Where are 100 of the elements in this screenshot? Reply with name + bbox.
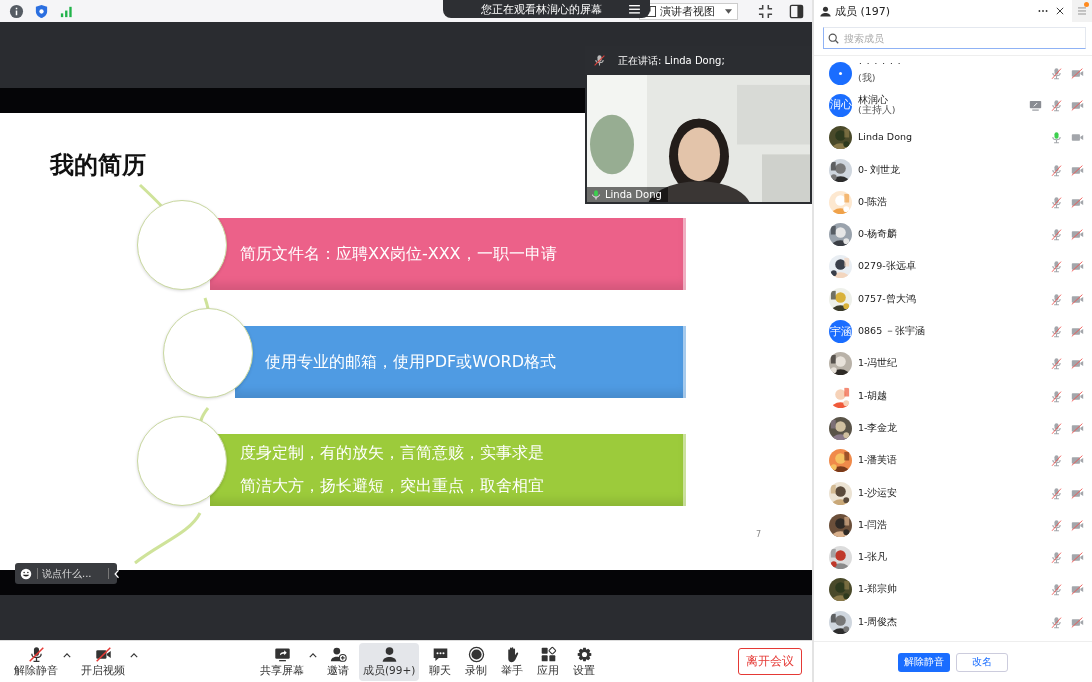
member-name: 林润心 [858, 94, 889, 105]
shield-icon[interactable] [34, 3, 49, 19]
invite-icon [329, 645, 347, 663]
member-name: 1-闫浩 [858, 519, 888, 531]
member-name: 0-陈浩 [858, 196, 888, 208]
avatar: 润心 [829, 93, 852, 117]
caret-icon[interactable] [309, 653, 317, 658]
mic-icon[interactable] [1050, 163, 1063, 177]
bar-text: 简洁大方，扬长避短，突出重点，取舍相宜 [240, 476, 545, 497]
mic-icon[interactable] [1050, 195, 1063, 209]
avatar: 宇涵 [829, 320, 852, 343]
member-name: 1-郑宗帅 [858, 584, 898, 596]
member-name: Linda Dong [858, 132, 912, 144]
camera-icon[interactable] [1071, 421, 1084, 435]
close-icon[interactable] [1056, 7, 1064, 15]
camera-icon[interactable] [1071, 195, 1084, 209]
member-name: 1-冯世纪 [858, 358, 898, 370]
leave-meeting-button[interactable]: 离开会议 [738, 648, 802, 675]
camera-icon[interactable] [1071, 325, 1084, 338]
bar-text: 度身定制，有的放矢，言简意赅，实事求是 [240, 443, 545, 464]
view-menu[interactable]: 演讲者视图 [639, 2, 738, 20]
emoji-icon[interactable] [20, 567, 32, 580]
camera-icon[interactable] [1071, 551, 1084, 565]
search-field[interactable]: 搜索成员 [823, 27, 1086, 49]
mic-icon[interactable] [1050, 583, 1063, 597]
camera-icon[interactable] [1071, 583, 1084, 597]
member-name: 0757-曾大鸿 [858, 293, 916, 305]
mic-icon[interactable] [1050, 486, 1063, 500]
member-name: 0279-张远卓 [858, 261, 916, 273]
sidebar-icon[interactable] [789, 3, 804, 19]
camera-button[interactable]: 开启视频 [77, 642, 129, 681]
settings-icon [575, 645, 593, 663]
exit-fullscreen-icon[interactable] [758, 3, 773, 19]
camera-icon[interactable] [1071, 486, 1084, 500]
camera-icon[interactable] [1071, 292, 1084, 306]
mic-icon[interactable] [1050, 518, 1063, 532]
mic-icon[interactable] [1050, 260, 1063, 274]
member-name: 0- 刘世龙 [858, 164, 901, 176]
record-button[interactable]: 录制 [461, 642, 492, 681]
camera-icon[interactable] [1071, 163, 1084, 177]
mic-icon[interactable] [1050, 66, 1063, 80]
camera-icon[interactable] [1071, 357, 1084, 371]
side-tab[interactable] [1072, 0, 1092, 22]
menu-icon[interactable] [629, 4, 640, 14]
menu-icon [1078, 7, 1086, 15]
page-number: 7 [756, 530, 762, 539]
camera-icon[interactable] [1071, 66, 1084, 80]
bar-text: 使用专业的邮箱，使用PDF或WORD格式 [265, 351, 558, 373]
caret-icon[interactable] [63, 653, 71, 658]
member-name: 1-李金龙 [858, 422, 898, 434]
more-icon[interactable] [1038, 9, 1048, 13]
member-name: 0-杨奇麟 [858, 229, 898, 241]
chat-input[interactable]: 说点什么... [15, 563, 117, 584]
chat-button[interactable]: 聊天 [425, 642, 456, 681]
camera-icon[interactable] [1071, 615, 1084, 629]
mic-icon[interactable] [1050, 389, 1063, 403]
banner-text: 您正在观看林润心的屏幕 [479, 1, 603, 17]
panel-title: 成员 (197) [835, 3, 891, 19]
unmute-all-button[interactable]: 解除静音 [898, 652, 950, 672]
members-button[interactable]: 成员(99+) [359, 642, 420, 681]
mic-icon[interactable] [1050, 98, 1063, 112]
invite-button[interactable]: 邀请 [323, 642, 353, 681]
member-role: (我) [858, 73, 877, 85]
bar-text: 简历文件名：应聘XX岗位-XXX，一职一申请 [240, 243, 558, 265]
mic-button[interactable]: 解除静音 [10, 642, 62, 681]
camera-icon[interactable] [1071, 389, 1084, 403]
mic-icon[interactable] [1050, 228, 1063, 242]
member-name: 0865 －张宇涵 [858, 326, 926, 337]
camera-icon[interactable] [1071, 454, 1084, 468]
search-icon [828, 33, 839, 44]
mic-icon[interactable] [1050, 292, 1063, 306]
caret-icon [725, 8, 732, 14]
participant-name: Linda Dong [605, 189, 662, 200]
apps-button[interactable]: 应用 [533, 642, 564, 681]
hand-button[interactable]: 举手 [497, 642, 528, 681]
camera-icon[interactable] [1071, 98, 1084, 112]
share-button[interactable]: 共享屏幕 [256, 642, 308, 681]
collapse-icon[interactable] [114, 568, 120, 579]
mic-icon[interactable] [1050, 131, 1063, 145]
mic-icon[interactable] [1050, 325, 1063, 338]
rename-button[interactable]: 改名 [956, 652, 1008, 672]
mic-icon[interactable] [1050, 421, 1063, 435]
mic-off-icon [593, 54, 606, 67]
apps-icon [539, 645, 557, 663]
member-name: 1-胡越 [858, 390, 888, 402]
members-icon [380, 645, 398, 663]
mic-icon[interactable] [1050, 454, 1063, 468]
person-icon [820, 5, 831, 17]
mic-icon[interactable] [1050, 551, 1063, 565]
mic-icon[interactable] [1050, 615, 1063, 629]
settings-button[interactable]: 设置 [569, 642, 600, 681]
record-icon [467, 645, 485, 663]
caret-icon[interactable] [130, 653, 138, 658]
member-name: 1-沙运安 [858, 487, 898, 499]
mic-icon[interactable] [1050, 357, 1063, 371]
speaker-label: 正在讲话: Linda Dong; [618, 53, 725, 68]
camera-icon[interactable] [1071, 228, 1084, 242]
camera-icon[interactable] [1071, 518, 1084, 532]
camera-icon[interactable] [1071, 260, 1084, 274]
info-icon[interactable] [9, 3, 24, 19]
